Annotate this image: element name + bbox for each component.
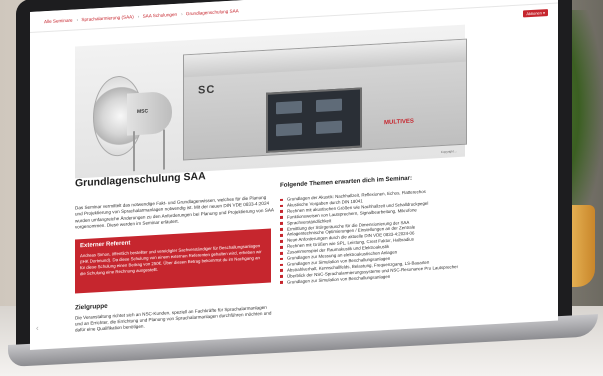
right-column: Folgende Themen erwarten dich im Seminar… bbox=[280, 170, 490, 285]
breadcrumb-item[interactable]: SAA Schulungen bbox=[143, 12, 177, 19]
referent-box: Externer Referent Andreas Simon, öffentl… bbox=[75, 228, 271, 294]
horn-speaker-stand bbox=[133, 129, 165, 172]
laptop: Alle Seminare › Sprachalarmierung (SAA) › … bbox=[8, 0, 598, 367]
rack-top-panel bbox=[184, 39, 466, 78]
intro-text: Das Seminar vermittelt das notwendige Fa… bbox=[75, 194, 274, 230]
breadcrumb-item[interactable]: Alle Seminare bbox=[44, 18, 73, 25]
chevron-left-icon[interactable]: ‹ bbox=[36, 324, 39, 333]
horn-speaker-body bbox=[127, 91, 172, 136]
image-credit: Copyright ... bbox=[440, 149, 457, 155]
breadcrumb-separator: › bbox=[137, 13, 140, 19]
breadcrumb-separator: › bbox=[181, 11, 183, 17]
rack-display bbox=[266, 87, 362, 153]
referent-text: Andreas Simon, öffentlich bestellter und… bbox=[80, 242, 262, 276]
actions-button[interactable]: Aktionen ▾ bbox=[523, 9, 548, 18]
breadcrumb-item[interactable]: Sprachalarmierung (SAA) bbox=[81, 14, 133, 22]
left-column: Das Seminar vermittelt das notwendige Fa… bbox=[75, 194, 275, 334]
horn-logo: MSC bbox=[137, 108, 149, 116]
topics-list: Grundlagen der Akustik: Nachhallzeit, Re… bbox=[280, 185, 490, 285]
breadcrumb-item-current[interactable]: Grundlagenschulung SAA bbox=[186, 8, 239, 16]
multives-logo: MULTIVES bbox=[384, 118, 414, 127]
rack-device-image: SC MULTIVES bbox=[183, 38, 467, 161]
rack-brand: SC bbox=[198, 83, 216, 97]
hero-image: MSC SC MULTIVES Copyright ... bbox=[75, 24, 467, 179]
breadcrumb-separator: › bbox=[76, 17, 79, 23]
browser-page: Alle Seminare › Sprachalarmierung (SAA) › … bbox=[30, 0, 558, 350]
breadcrumb: Alle Seminare › Sprachalarmierung (SAA) › … bbox=[44, 8, 241, 24]
